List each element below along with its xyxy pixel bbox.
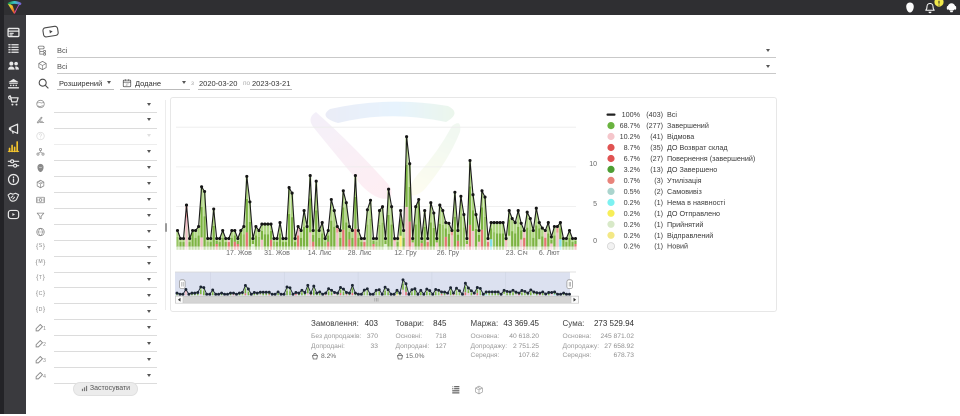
svg-text:0.2%: 0.2%: [624, 220, 641, 229]
svg-text:0.2%: 0.2%: [624, 209, 641, 218]
svg-text:14. Лис: 14. Лис: [308, 250, 332, 257]
svg-text:0.7%: 0.7%: [624, 176, 641, 185]
svg-text:Нема в наявності: Нема в наявності: [667, 198, 725, 207]
svg-text:(1): (1): [654, 242, 663, 251]
svg-text:ДО Отправлено: ДО Отправлено: [667, 209, 720, 218]
svg-text:Завершений: Завершений: [667, 121, 709, 130]
svg-text:ДО Завершено: ДО Завершено: [667, 165, 717, 174]
svg-text:6.7%: 6.7%: [624, 154, 641, 163]
svg-text:(1): (1): [654, 209, 663, 218]
svg-text:(1): (1): [654, 231, 663, 240]
svg-text:0.2%: 0.2%: [624, 198, 641, 207]
svg-text:(13): (13): [650, 165, 663, 174]
svg-text:Відмова: Відмова: [667, 132, 694, 141]
svg-text:(3): (3): [654, 176, 663, 185]
svg-text:100%: 100%: [622, 110, 641, 119]
svg-text:0.2%: 0.2%: [624, 242, 641, 251]
svg-text:Прийнятий: Прийнятий: [667, 220, 703, 229]
svg-text:17. Жов: 17. Жов: [226, 250, 252, 257]
svg-text:Повернення (завершений): Повернення (завершений): [667, 154, 755, 163]
svg-text:10.2%: 10.2%: [620, 132, 641, 141]
svg-text:(27): (27): [650, 154, 663, 163]
svg-text:Всі: Всі: [667, 110, 677, 119]
svg-text:(35): (35): [650, 143, 663, 152]
svg-text:0.2%: 0.2%: [624, 231, 641, 240]
svg-text:10: 10: [589, 161, 597, 168]
svg-text:3.2%: 3.2%: [624, 165, 641, 174]
svg-text:8.7%: 8.7%: [624, 143, 641, 152]
svg-text:23. Січ: 23. Січ: [506, 249, 528, 257]
svg-text:6. Лют: 6. Лют: [539, 250, 560, 257]
svg-text:26. Гру: 26. Гру: [437, 250, 460, 257]
svg-text:Відправлений: Відправлений: [667, 231, 713, 240]
svg-text:28. Лис: 28. Лис: [348, 250, 372, 257]
svg-text:(277): (277): [646, 121, 663, 130]
svg-text:(41): (41): [650, 132, 663, 141]
svg-text:12. Гру: 12. Гру: [394, 250, 417, 257]
svg-text:ДО Возврат склад: ДО Возврат склад: [667, 143, 728, 152]
svg-text:(403): (403): [646, 110, 663, 119]
svg-text:Утилізація: Утилізація: [667, 176, 702, 185]
svg-text:0: 0: [593, 238, 597, 245]
svg-text:5: 5: [593, 201, 597, 208]
svg-text:Самовивіз: Самовивіз: [667, 187, 702, 196]
svg-text:Новий: Новий: [667, 242, 688, 251]
svg-text:(1): (1): [654, 220, 663, 229]
svg-text:(1): (1): [654, 198, 663, 207]
svg-text:0.5%: 0.5%: [624, 187, 641, 196]
svg-text:(2): (2): [654, 187, 663, 196]
svg-text:31. Жов: 31. Жов: [264, 250, 290, 257]
svg-text:68.7%: 68.7%: [620, 121, 641, 130]
